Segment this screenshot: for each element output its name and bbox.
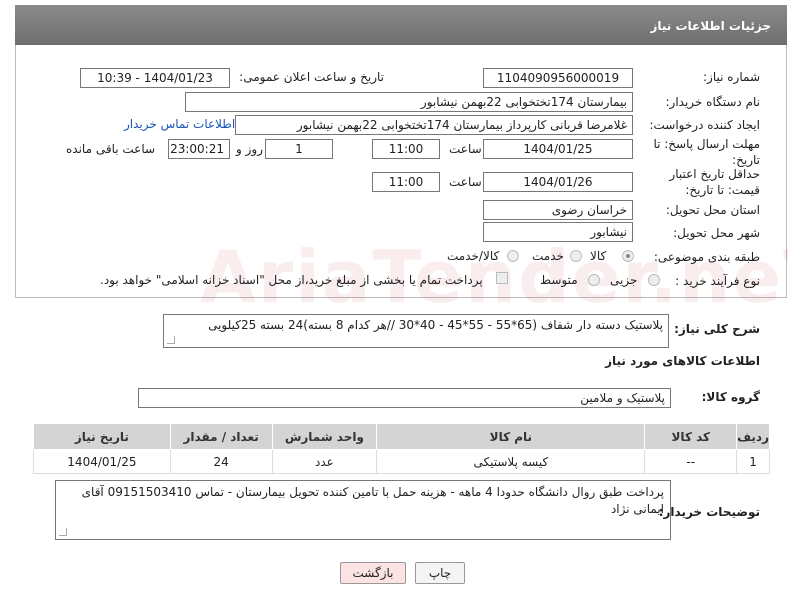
process-label: نوع فرآیند خرید : <box>675 274 760 288</box>
print-button[interactable]: چاپ <box>415 562 465 584</box>
category-radio-goods[interactable] <box>622 250 634 262</box>
description-textarea: پلاستیک دسته دار شفاف (65*55 - 55*45 - 4… <box>163 314 669 348</box>
city-field: نیشابور <box>483 222 633 242</box>
cell-unit: عدد <box>271 449 378 474</box>
resize-handle-icon[interactable] <box>167 336 175 344</box>
reply-time-field: 11:00 <box>372 139 440 159</box>
contact-info-link[interactable]: اطلاعات تماس خریدار <box>124 117 235 131</box>
creator-label: ایجاد کننده درخواست: <box>649 118 760 132</box>
goods-group-label: گروه کالا: <box>701 390 760 404</box>
province-field: خراسان رضوی <box>483 200 633 220</box>
cell-date: 1404/01/25 <box>33 449 171 474</box>
days-label: روز و <box>236 142 263 156</box>
province-label: استان محل تحویل: <box>665 203 760 217</box>
col-header-qty: تعداد / مقدار <box>169 423 273 450</box>
reply-time-label: ساعت <box>449 142 482 156</box>
col-header-row: ردیف <box>736 423 770 450</box>
col-header-name: نام کالا <box>376 423 646 450</box>
category-option-goods: کالا <box>590 249 607 263</box>
panel-header: جزئیات اطلاعات نیاز <box>15 5 787 45</box>
announce-label: تاریخ و ساعت اعلان عمومی: <box>239 70 384 84</box>
category-option-service: خدمت <box>532 249 564 263</box>
process-option-medium: متوسط <box>540 273 578 287</box>
creator-field: غلامرضا قربانی کارپرداز بیمارستان 174تخت… <box>235 115 633 135</box>
category-label: طبقه بندی موضوعی: <box>653 250 760 264</box>
remaining-time-label: ساعت باقی مانده <box>66 142 156 156</box>
cell-name: کیسه پلاستیکی <box>376 449 646 474</box>
category-option-goods-service: کالا/خدمت <box>447 249 500 263</box>
city-label: شهر محل تحویل: <box>673 226 760 240</box>
process-radio-minor[interactable] <box>648 274 660 286</box>
col-header-unit: واحد شمارش <box>271 423 378 450</box>
price-time-label: ساعت <box>449 175 482 189</box>
payment-note: پرداخت تمام یا بخشی از مبلغ خرید،از محل … <box>100 273 483 287</box>
col-header-code: کد کالا <box>644 423 738 450</box>
goods-section-title: اطلاعات کالاهای مورد نیاز <box>605 354 760 368</box>
cell-row: 1 <box>736 449 770 474</box>
buyer-notes-text: پرداخت طبق روال دانشگاه حدودا 4 ماهه - ه… <box>81 485 664 516</box>
remaining-time-field: 23:00:21 <box>168 139 230 159</box>
buyer-notes-textarea: پرداخت طبق روال دانشگاه حدودا 4 ماهه - ه… <box>55 480 671 540</box>
back-button[interactable]: بازگشت <box>340 562 406 584</box>
price-deadline-label: حداقل تاریخ اعتبار قیمت: تا تاریخ: <box>669 167 760 197</box>
announce-field: 1404/01/23 - 10:39 <box>80 68 230 88</box>
price-date-field: 1404/01/26 <box>483 172 633 192</box>
need-number-label: شماره نیاز: <box>703 70 760 84</box>
reply-date-field: 1404/01/25 <box>483 139 633 159</box>
process-radio-medium[interactable] <box>588 274 600 286</box>
goods-table: ردیف کد کالا نام کالا واحد شمارش تعداد /… <box>33 423 770 474</box>
reply-deadline-label: مهلت ارسال پاسخ: تا تاریخ: <box>653 137 760 167</box>
panel-title: جزئیات اطلاعات نیاز <box>650 19 771 33</box>
cell-code: -- <box>644 449 738 474</box>
resize-handle-icon[interactable] <box>59 528 67 536</box>
buyer-org-label: نام دستگاه خریدار: <box>665 95 761 109</box>
description-label: شرح کلی نیاز: <box>674 322 760 336</box>
category-radio-goods-service[interactable] <box>507 250 519 262</box>
buyer-org-field: بیمارستان 174تختخوابی 22بهمن نیشابور <box>185 92 633 112</box>
goods-table-header: ردیف کد کالا نام کالا واحد شمارش تعداد /… <box>33 423 770 450</box>
price-time-field: 11:00 <box>372 172 440 192</box>
cell-qty: 24 <box>169 449 273 474</box>
description-text: پلاستیک دسته دار شفاف (65*55 - 55*45 - 4… <box>208 318 663 332</box>
table-row: 1 -- کیسه پلاستیکی عدد 24 1404/01/25 <box>33 449 770 474</box>
col-header-date: تاریخ نیاز <box>33 423 171 450</box>
process-option-minor: جزیی <box>610 273 638 287</box>
days-field: 1 <box>265 139 333 159</box>
need-number-field: 1104090956000019 <box>483 68 633 88</box>
buyer-notes-label: توضیحات خریدار: <box>658 505 760 519</box>
category-radio-service[interactable] <box>570 250 582 262</box>
goods-group-field: پلاستیک و ملامین <box>138 388 671 408</box>
treasury-checkbox[interactable] <box>496 272 508 284</box>
